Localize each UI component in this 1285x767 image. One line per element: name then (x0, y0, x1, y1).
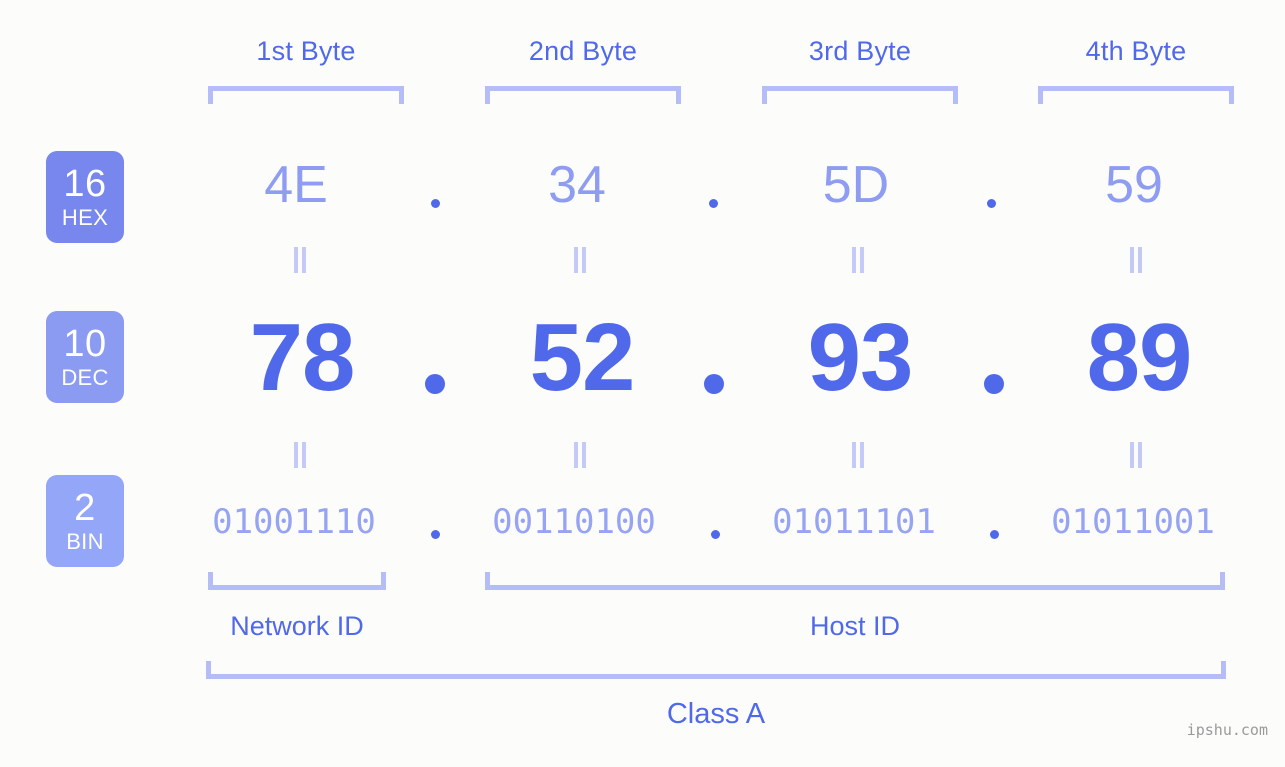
bin-separator-dot-1 (431, 530, 440, 539)
base-badge-dec-abbr: DEC (61, 365, 109, 390)
base-badge-dec: 10 DEC (46, 311, 124, 403)
equals-marker-dec-bin-1 (293, 442, 307, 468)
equals-marker-dec-bin-4 (1129, 442, 1143, 468)
network-id-label: Network ID (230, 611, 364, 641)
byte-header-1: 1st Byte (256, 36, 356, 66)
site-watermark: ipshu.com (1186, 721, 1268, 739)
byte-bracket-3 (762, 86, 958, 104)
hex-separator-dot-1 (431, 199, 440, 208)
hex-separator-dot-3 (987, 199, 996, 208)
hex-octet-4: 59 (1105, 156, 1163, 214)
class-bracket (206, 661, 1226, 679)
base-badge-bin: 2 BIN (46, 475, 124, 567)
equals-marker-hex-dec-1 (293, 247, 307, 273)
hex-octet-2: 34 (548, 156, 606, 214)
base-badge-hex: 16 HEX (46, 151, 124, 243)
class-label: Class A (666, 698, 766, 730)
byte-bracket-4 (1038, 86, 1234, 104)
bin-octet-2: 00110100 (492, 502, 656, 542)
dec-octet-2: 52 (529, 304, 636, 411)
byte-header-2: 2nd Byte (528, 36, 638, 66)
dec-octet-1: 78 (249, 304, 356, 411)
equals-marker-hex-dec-3 (851, 247, 865, 273)
byte-bracket-2 (485, 86, 681, 104)
dec-octet-3: 93 (807, 304, 914, 411)
equals-marker-dec-bin-3 (851, 442, 865, 468)
bin-octet-3: 01011101 (772, 502, 936, 542)
host-id-label: Host ID (809, 611, 901, 641)
equals-marker-hex-dec-4 (1129, 247, 1143, 273)
equals-marker-dec-bin-2 (573, 442, 587, 468)
hex-octet-3: 5D (822, 156, 890, 214)
base-badge-bin-abbr: BIN (66, 529, 104, 554)
bin-octet-4: 01011001 (1051, 502, 1215, 542)
dec-separator-dot-1 (425, 374, 445, 394)
base-badge-dec-number: 10 (63, 323, 107, 365)
network-id-bracket (208, 572, 386, 590)
base-badge-bin-number: 2 (74, 487, 96, 529)
hex-octet-1: 4E (264, 156, 328, 214)
dec-separator-dot-2 (704, 374, 724, 394)
byte-header-4: 4th Byte (1085, 36, 1187, 66)
bin-octet-1: 01001110 (212, 502, 376, 542)
host-id-bracket (485, 572, 1225, 590)
dec-separator-dot-3 (984, 374, 1004, 394)
dec-octet-4: 89 (1086, 304, 1193, 411)
ip-address-breakdown-diagram: 1st Byte 2nd Byte 3rd Byte 4th Byte 16 H… (0, 0, 1285, 767)
hex-separator-dot-2 (709, 199, 718, 208)
base-badge-hex-number: 16 (63, 163, 107, 205)
bin-separator-dot-2 (711, 530, 720, 539)
byte-header-3: 3rd Byte (808, 36, 912, 66)
bin-separator-dot-3 (990, 530, 999, 539)
equals-marker-hex-dec-2 (573, 247, 587, 273)
base-badge-hex-abbr: HEX (61, 205, 109, 230)
byte-bracket-1 (208, 86, 404, 104)
